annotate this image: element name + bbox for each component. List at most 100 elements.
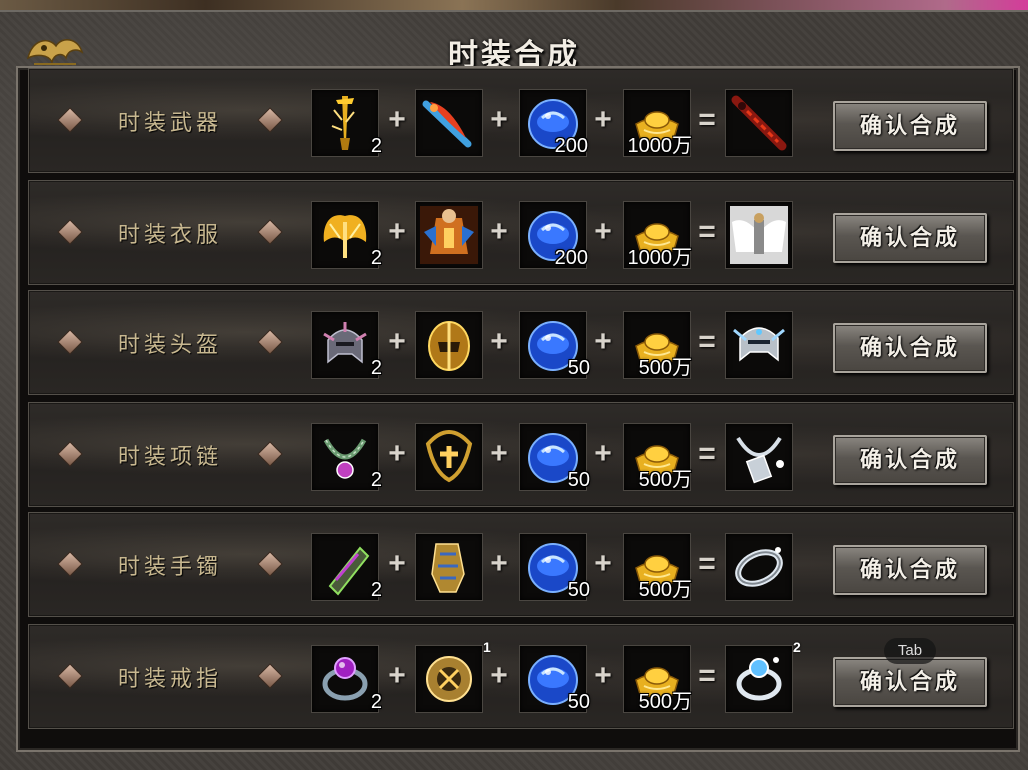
recipe-label-box: 时装头盔 [57, 319, 283, 367]
ingredient-slot[interactable] [415, 311, 483, 379]
equals-sign: = [698, 659, 716, 692]
ingredient-slot[interactable] [415, 89, 483, 157]
ingredient-slot[interactable] [415, 423, 483, 491]
item-quantity: 2 [370, 247, 382, 269]
ingredient-slot[interactable]: 2 [311, 311, 382, 379]
recipe-label: 时装手镯 [117, 555, 222, 580]
item-quantity: 50 [567, 691, 590, 713]
item-quantity: 1000万 [627, 247, 693, 269]
plus-sign: + [490, 437, 508, 470]
plus-sign: + [388, 437, 406, 470]
ingredient-slot[interactable] [415, 201, 483, 269]
plus-sign: + [490, 659, 508, 692]
ingredient-slot[interactable]: 2 [311, 89, 382, 157]
plus-sign: + [388, 215, 406, 248]
item-quantity: 2 [370, 579, 382, 601]
diamond-ornament-icon [57, 441, 83, 467]
plus-sign: + [388, 659, 406, 692]
ingredient-slot[interactable] [415, 645, 483, 713]
item-quantity: 1000万 [627, 135, 693, 157]
item-quantity: 2 [370, 135, 382, 157]
plus-sign: + [594, 547, 612, 580]
equals-sign: = [698, 437, 716, 470]
recipe-label-box: 时装衣服 [57, 209, 283, 257]
slot-badge: 1 [483, 639, 491, 655]
confirm-synthesis-button[interactable]: 确认合成 [833, 657, 987, 707]
result-slot[interactable] [725, 645, 793, 713]
equals-sign: = [698, 215, 716, 248]
recipe-row: 时装衣服 2 200 1000万 + + + = 确认合成 [28, 180, 1014, 285]
plus-sign: + [388, 547, 406, 580]
recipe-row: 时装手镯 2 50 500万 + + + = 确认合成 [28, 512, 1014, 617]
ingredient-slot[interactable]: 50 [519, 533, 590, 601]
ingredient-slot[interactable]: 2 [311, 533, 382, 601]
recipe-label: 时装戒指 [117, 667, 222, 692]
result-slot[interactable] [725, 201, 793, 269]
item-quantity: 500万 [638, 579, 692, 601]
recipe-label-box: 时装戒指 [57, 653, 283, 701]
recipe-label: 时装武器 [117, 111, 222, 136]
item-quantity: 500万 [638, 691, 692, 713]
ingredient-slot[interactable]: 2 [311, 645, 382, 713]
item-quantity: 500万 [638, 357, 692, 379]
ingredient-slot[interactable]: 1000万 [623, 89, 693, 157]
recipe-row: 时装戒指 2 1 50 500万 2 + + + = 确认合成 [28, 624, 1014, 729]
diamond-ornament-icon [257, 441, 283, 467]
item-quantity: 200 [554, 135, 588, 157]
ingredient-slot[interactable]: 500万 [623, 533, 692, 601]
item-quantity: 50 [567, 357, 590, 379]
diamond-ornament-icon [57, 219, 83, 245]
ingredient-slot[interactable]: 200 [519, 89, 588, 157]
plus-sign: + [594, 437, 612, 470]
result-slot[interactable] [725, 89, 793, 157]
recipe-row: 时装项链 2 50 500万 + + + = 确认合成 [28, 402, 1014, 507]
confirm-synthesis-button[interactable]: 确认合成 [833, 323, 987, 373]
ingredient-slot[interactable]: 2 [311, 423, 382, 491]
item-quantity: 500万 [638, 469, 692, 491]
plus-sign: + [594, 215, 612, 248]
ingredient-slot[interactable]: 50 [519, 423, 590, 491]
plus-sign: + [388, 103, 406, 136]
recipe-label: 时装项链 [117, 445, 222, 470]
ingredient-slot[interactable]: 200 [519, 201, 588, 269]
diamond-ornament-icon [257, 219, 283, 245]
ingredient-slot[interactable]: 500万 [623, 645, 692, 713]
diamond-ornament-icon [257, 329, 283, 355]
plus-sign: + [594, 103, 612, 136]
equals-sign: = [698, 103, 716, 136]
ingredient-slot[interactable]: 50 [519, 311, 590, 379]
ingredient-slot[interactable]: 1000万 [623, 201, 693, 269]
diamond-ornament-icon [257, 551, 283, 577]
item-quantity: 50 [567, 469, 590, 491]
item-quantity: 200 [554, 247, 588, 269]
result-slot[interactable] [725, 311, 793, 379]
ingredient-slot[interactable]: 500万 [623, 423, 692, 491]
plus-sign: + [594, 659, 612, 692]
item-quantity: 50 [567, 579, 590, 601]
plus-sign: + [594, 325, 612, 358]
ingredient-slot[interactable]: 500万 [623, 311, 692, 379]
confirm-synthesis-button[interactable]: 确认合成 [833, 545, 987, 595]
recipe-label: 时装衣服 [117, 223, 222, 248]
item-quantity: 2 [370, 357, 382, 379]
equals-sign: = [698, 325, 716, 358]
plus-sign: + [388, 325, 406, 358]
ingredient-slot[interactable] [415, 533, 483, 601]
diamond-ornament-icon [57, 551, 83, 577]
ingredient-slot[interactable]: 50 [519, 645, 590, 713]
diamond-ornament-icon [57, 107, 83, 133]
confirm-synthesis-button[interactable]: 确认合成 [833, 435, 987, 485]
result-slot[interactable] [725, 533, 793, 601]
recipe-label-box: 时装武器 [57, 97, 283, 145]
recipe-label-box: 时装手镯 [57, 541, 283, 589]
plus-sign: + [490, 547, 508, 580]
equals-sign: = [698, 547, 716, 580]
recipe-row: 时装头盔 2 50 500万 + + + = 确认合成 [28, 290, 1014, 395]
diamond-ornament-icon [57, 663, 83, 689]
diamond-ornament-icon [257, 107, 283, 133]
item-quantity: 2 [370, 469, 382, 491]
confirm-synthesis-button[interactable]: 确认合成 [833, 101, 987, 151]
result-slot[interactable] [725, 423, 793, 491]
ingredient-slot[interactable]: 2 [311, 201, 382, 269]
confirm-synthesis-button[interactable]: 确认合成 [833, 213, 987, 263]
